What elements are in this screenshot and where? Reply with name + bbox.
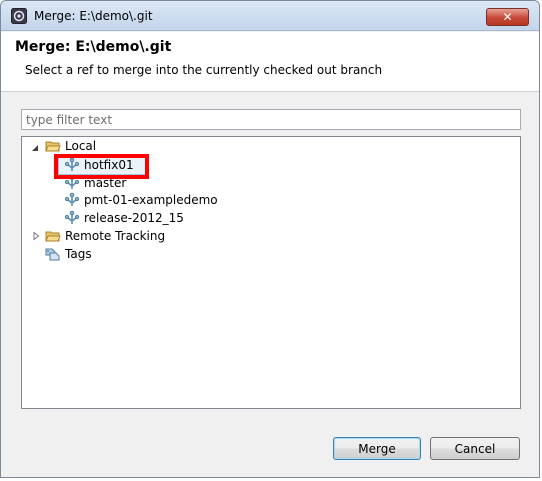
collapsed-twisty-icon[interactable]: [32, 232, 40, 240]
dialog-header: Merge: E:\demo\.git Select a ref to merg…: [1, 32, 539, 92]
tree-node-remote-tracking[interactable]: Remote Tracking: [45, 228, 165, 244]
filter-input[interactable]: [21, 109, 521, 130]
tree-node-label: release-2012_15: [84, 211, 184, 225]
annotation-highlight-box: [54, 154, 149, 179]
tree-node-label: Local: [65, 139, 97, 153]
cancel-button[interactable]: Cancel: [430, 437, 520, 460]
tree-node-label: Tags: [65, 247, 92, 261]
git-branch-icon: [64, 210, 80, 224]
close-icon: ✕: [502, 10, 513, 24]
tree-node-branch[interactable]: release-2012_15: [64, 210, 184, 226]
tree-node-tags[interactable]: Tags: [45, 246, 92, 262]
close-button[interactable]: ✕: [486, 8, 529, 26]
open-folder-icon: [45, 141, 61, 152]
dialog-description: Select a ref to merge into the currently…: [25, 63, 383, 77]
open-folder-icon: [45, 231, 61, 242]
tree-node-label: Remote Tracking: [65, 229, 166, 243]
expanded-twisty-icon[interactable]: [31, 144, 39, 152]
git-branch-icon: [64, 192, 80, 206]
title-bar[interactable]: Merge: E:\demo\.git ✕: [1, 1, 539, 31]
tree-node-branch[interactable]: pmt-01-exampledemo: [64, 192, 218, 208]
eclipse-app-icon: [11, 8, 27, 24]
tags-icon: [45, 248, 60, 261]
window-title: Merge: E:\demo\.git: [34, 9, 153, 23]
page-title: Merge: E:\demo\.git: [15, 39, 172, 55]
merge-button[interactable]: Merge: [333, 437, 421, 460]
tree-node-label: pmt-01-exampledemo: [84, 193, 218, 207]
tree-node-local[interactable]: Local: [45, 138, 96, 154]
